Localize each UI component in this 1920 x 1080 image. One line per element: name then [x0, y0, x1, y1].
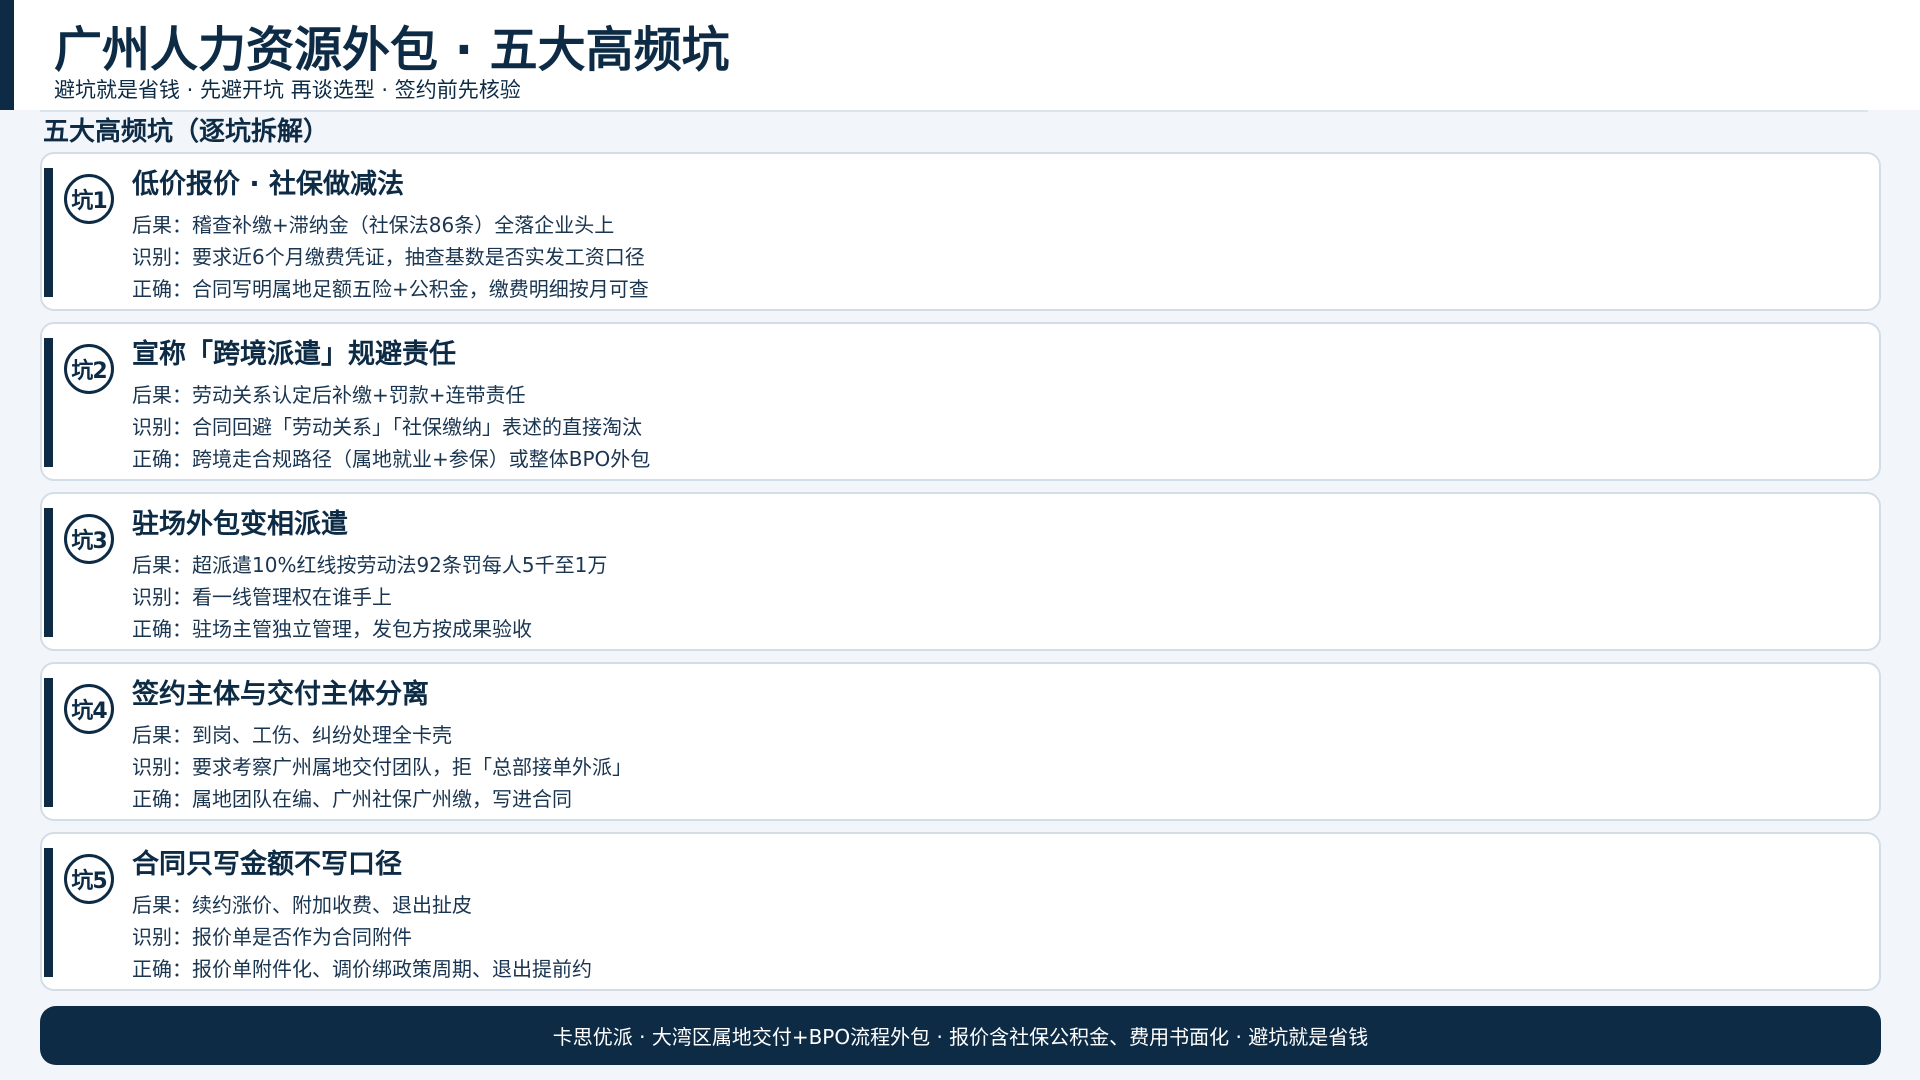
pit-card-3: 坑3 驻场外包变相派遣 后果：超派遣10%红线按劳动法92条罚每人5千至1万 识… — [40, 492, 1881, 651]
pit-identify: 识别：合同回避「劳动关系」「社保缴纳」表述的直接淘汰 — [132, 415, 642, 439]
pit-title: 合同只写金额不写口径 — [132, 849, 402, 880]
footer-banner: 卡思优派 · 大湾区属地交付+BPO流程外包 · 报价含社保公积金、费用书面化 … — [40, 1006, 1881, 1065]
pit-details: 后果：劳动关系认定后补缴+罚款+连带责任 识别：合同回避「劳动关系」「社保缴纳」… — [132, 379, 650, 475]
page-header: 广州人力资源外包 · 五大高频坑 避坑就是省钱 · 先避开坑 再谈选型 · 签约… — [0, 0, 1920, 110]
pit-card-1: 坑1 低价报价 · 社保做减法 后果：稽查补缴+滞纳金（社保法86条）全落企业头… — [40, 152, 1881, 311]
pit-title: 驻场外包变相派遣 — [132, 509, 348, 540]
pit-details: 后果：超派遣10%红线按劳动法92条罚每人5千至1万 识别：看一线管理权在谁手上… — [132, 549, 607, 645]
header-divider — [40, 110, 1868, 112]
pit-card-5: 坑5 合同只写金额不写口径 后果：续约涨价、附加收费、退出扯皮 识别：报价单是否… — [40, 832, 1881, 991]
pit-identify: 识别：要求近6个月缴费凭证，抽查基数是否实发工资口径 — [132, 245, 645, 269]
pit-identify: 识别：报价单是否作为合同附件 — [132, 925, 412, 949]
section-title: 五大高频坑（逐坑拆解） — [43, 117, 330, 147]
page-title: 广州人力资源外包 · 五大高频坑 — [54, 22, 730, 78]
header-accent-bar — [0, 0, 14, 110]
pit-accent-bar — [44, 508, 53, 637]
pit-accent-bar — [44, 848, 53, 977]
pit-consequence: 后果：续约涨价、附加收费、退出扯皮 — [132, 893, 472, 917]
pit-title: 低价报价 · 社保做减法 — [132, 169, 405, 200]
pit-number-badge: 坑1 — [64, 174, 114, 224]
pit-number-badge: 坑5 — [64, 854, 114, 904]
pit-accent-bar — [44, 678, 53, 807]
pit-details: 后果：稽查补缴+滞纳金（社保法86条）全落企业头上 识别：要求近6个月缴费凭证，… — [132, 209, 649, 305]
pit-consequence: 后果：劳动关系认定后补缴+罚款+连带责任 — [132, 383, 526, 407]
pit-number-badge: 坑4 — [64, 684, 114, 734]
pit-identify: 识别：看一线管理权在谁手上 — [132, 585, 392, 609]
pit-number-badge: 坑3 — [64, 514, 114, 564]
pit-details: 后果：到岗、工伤、纠纷处理全卡壳 识别：要求考察广州属地交付团队，拒「总部接单外… — [132, 719, 632, 815]
pit-correct: 正确：报价单附件化、调价绑政策周期、退出提前约 — [132, 957, 592, 981]
pit-identify: 识别：要求考察广州属地交付团队，拒「总部接单外派」 — [132, 755, 632, 779]
pit-correct: 正确：驻场主管独立管理，发包方按成果验收 — [132, 617, 532, 641]
pit-list: 坑1 低价报价 · 社保做减法 后果：稽查补缴+滞纳金（社保法86条）全落企业头… — [40, 152, 1881, 1002]
pit-number-badge: 坑2 — [64, 344, 114, 394]
pit-correct: 正确：合同写明属地足额五险+公积金，缴费明细按月可查 — [132, 277, 649, 301]
pit-correct: 正确：跨境走合规路径（属地就业+参保）或整体BPO外包 — [132, 447, 651, 471]
pit-title: 宣称「跨境派遣」规避责任 — [132, 339, 456, 370]
pit-accent-bar — [44, 168, 53, 297]
footer-text: 卡思优派 · 大湾区属地交付+BPO流程外包 · 报价含社保公积金、费用书面化 … — [552, 1025, 1369, 1049]
pit-card-4: 坑4 签约主体与交付主体分离 后果：到岗、工伤、纠纷处理全卡壳 识别：要求考察广… — [40, 662, 1881, 821]
page-subtitle: 避坑就是省钱 · 先避开坑 再谈选型 · 签约前先核验 — [54, 78, 521, 102]
pit-accent-bar — [44, 338, 53, 467]
pit-consequence: 后果：超派遣10%红线按劳动法92条罚每人5千至1万 — [132, 553, 608, 577]
pit-correct: 正确：属地团队在编、广州社保广州缴，写进合同 — [132, 787, 572, 811]
pit-title: 签约主体与交付主体分离 — [132, 679, 429, 710]
pit-card-2: 坑2 宣称「跨境派遣」规避责任 后果：劳动关系认定后补缴+罚款+连带责任 识别：… — [40, 322, 1881, 481]
pit-consequence: 后果：到岗、工伤、纠纷处理全卡壳 — [132, 723, 452, 747]
pit-consequence: 后果：稽查补缴+滞纳金（社保法86条）全落企业头上 — [132, 213, 615, 237]
pit-details: 后果：续约涨价、附加收费、退出扯皮 识别：报价单是否作为合同附件 正确：报价单附… — [132, 889, 592, 985]
